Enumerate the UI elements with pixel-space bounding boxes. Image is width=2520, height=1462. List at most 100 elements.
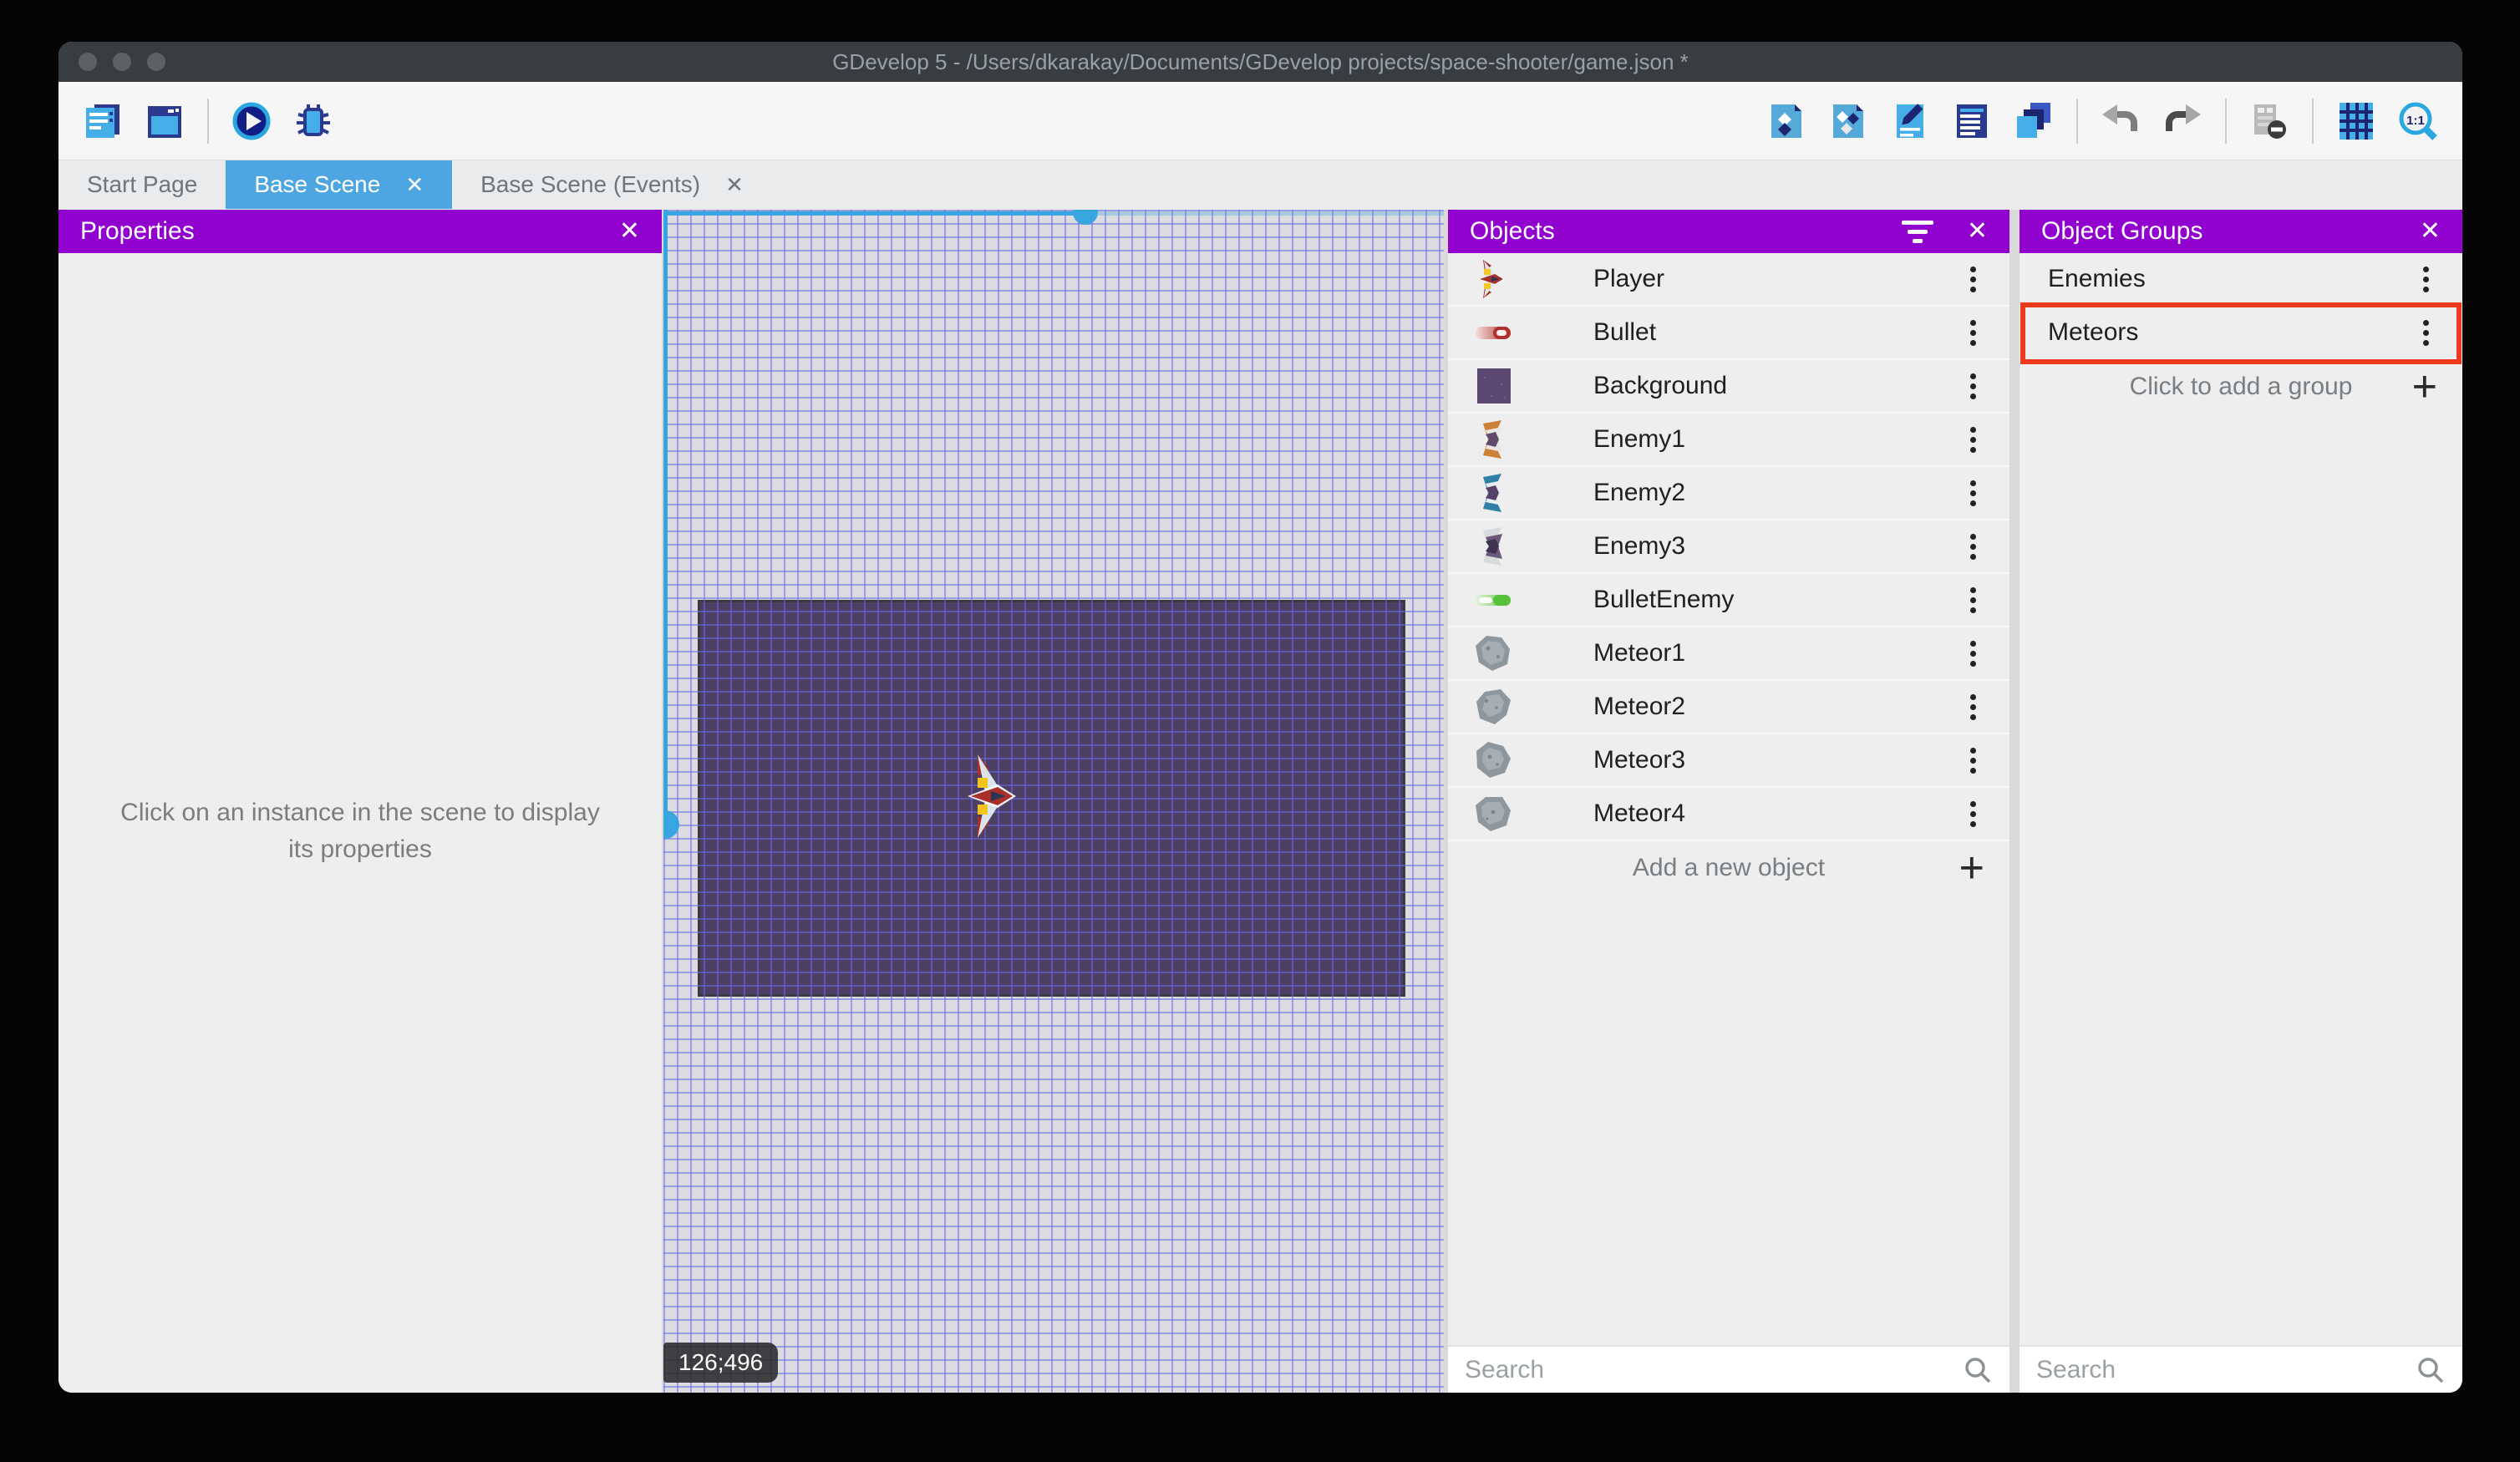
kebab-menu-icon[interactable]: [1970, 757, 1976, 764]
close-tab-icon[interactable]: ✕: [405, 172, 424, 198]
search-icon: [1965, 1357, 1991, 1383]
add-object-button[interactable]: Add a new object +: [1448, 841, 2009, 895]
object-thumbnail-icon: [1473, 740, 1513, 780]
panel-title: Object Groups: [2041, 217, 2203, 245]
object-thumbnail-icon: [1473, 687, 1513, 727]
open-instances-list-button[interactable]: [1948, 98, 1995, 145]
tab-start-page[interactable]: Start Page: [58, 160, 226, 209]
start-page-button[interactable]: [141, 98, 188, 145]
object-row[interactable]: Meteor2: [1448, 681, 2009, 734]
kebab-menu-icon[interactable]: [1970, 276, 1976, 282]
kebab-menu-icon[interactable]: [1970, 810, 1976, 817]
toggle-instances-mask-button[interactable]: [2246, 98, 2293, 145]
object-row[interactable]: Meteor1: [1448, 627, 2009, 681]
object-name: Enemy2: [1593, 479, 1686, 506]
tab-base-scene[interactable]: Base Scene ✕: [226, 160, 453, 209]
close-icon[interactable]: ✕: [1967, 219, 1988, 244]
traffic-lights: [79, 42, 165, 82]
h-scrollbar-track: [663, 211, 1085, 216]
player-instance[interactable]: [961, 754, 1028, 838]
panel-title: Properties: [80, 217, 195, 245]
object-row[interactable]: Player: [1448, 253, 2009, 307]
scene-editor-icon: [148, 105, 181, 138]
object-groups-panel: Object Groups ✕ Enemies Meteors Click to…: [2020, 210, 2462, 1393]
object-row[interactable]: Background: [1448, 360, 2009, 414]
object-thumbnail-icon: [1473, 473, 1513, 513]
titlebar: GDevelop 5 - /Users/dkarakay/Documents/G…: [58, 42, 2462, 82]
object-row[interactable]: BulletEnemy: [1448, 574, 2009, 627]
toolbar-separator: [2076, 98, 2078, 144]
undo-icon: [2102, 104, 2137, 131]
filter-icon[interactable]: [1901, 220, 1933, 243]
object-row[interactable]: Meteor3: [1448, 734, 2009, 788]
objects-search-input[interactable]: [1465, 1355, 1963, 1384]
groups-search-input[interactable]: [2036, 1355, 2416, 1384]
redo-button[interactable]: [2159, 98, 2206, 145]
properties-icon: [1897, 103, 1923, 138]
tab-base-scene-events[interactable]: Base Scene (Events) ✕: [452, 160, 772, 209]
grid-icon: [2340, 102, 2373, 140]
close-icon[interactable]: ✕: [2420, 219, 2441, 244]
scene-canvas[interactable]: 126;496: [663, 210, 1444, 1393]
group-row[interactable]: Meteors: [2020, 302, 2462, 364]
open-objects-editor-button[interactable]: [1763, 98, 1810, 145]
toolbar-separator: [2312, 98, 2314, 144]
tab-bar: Start Page Base Scene ✕ Base Scene (Even…: [58, 160, 2462, 209]
group-name: Meteors: [2048, 318, 2139, 346]
close-window-button[interactable]: [79, 53, 97, 71]
group-name: Enemies: [2048, 265, 2146, 292]
plus-icon[interactable]: +: [2412, 365, 2437, 409]
debug-icon: [297, 104, 330, 136]
main-toolbar: 1:1: [58, 82, 2462, 160]
kebab-menu-icon[interactable]: [2423, 276, 2429, 282]
objects-panel: Objects ✕ Player Bullet Background Enemy…: [1448, 210, 2009, 1393]
project-manager-button[interactable]: [79, 98, 126, 145]
object-row[interactable]: Bullet: [1448, 307, 2009, 360]
kebab-menu-icon[interactable]: [1970, 490, 1976, 496]
add-group-button[interactable]: Click to add a group +: [2020, 360, 2462, 414]
open-properties-button[interactable]: [1887, 98, 1933, 145]
undo-button[interactable]: [2097, 98, 2144, 145]
redo-icon: [2166, 104, 2201, 131]
kebab-menu-icon[interactable]: [1970, 543, 1976, 550]
zoom-window-button[interactable]: [147, 53, 165, 71]
objects-panel-header: Objects ✕: [1448, 210, 2009, 253]
object-groups-icon: [1833, 104, 1863, 138]
kebab-menu-icon[interactable]: [1970, 329, 1976, 336]
object-name: Meteor3: [1593, 746, 1686, 774]
object-row[interactable]: Enemy2: [1448, 467, 2009, 520]
close-icon[interactable]: ✕: [619, 219, 640, 244]
toggle-grid-button[interactable]: [2333, 98, 2380, 145]
zoom-1-1-icon: 1:1: [2399, 102, 2437, 140]
open-layers-button[interactable]: [2010, 98, 2057, 145]
minimize-window-button[interactable]: [113, 53, 131, 71]
kebab-menu-icon[interactable]: [1970, 596, 1976, 603]
group-row[interactable]: Enemies: [2020, 253, 2462, 307]
toolbar-separator: [2225, 98, 2227, 144]
kebab-menu-icon[interactable]: [1970, 436, 1976, 443]
object-thumbnail-icon: [1473, 259, 1513, 299]
objects-editor-icon: [1771, 104, 1801, 138]
mask-icon: [2254, 104, 2286, 139]
play-button[interactable]: [228, 98, 275, 145]
panel-divider[interactable]: [2009, 210, 2020, 1393]
kebab-menu-icon[interactable]: [1970, 650, 1976, 657]
open-object-groups-button[interactable]: [1825, 98, 1872, 145]
app-window: GDevelop 5 - /Users/dkarakay/Documents/G…: [58, 42, 2462, 1393]
object-name: Enemy3: [1593, 532, 1686, 560]
h-scrollbar-track: [1085, 211, 1444, 216]
close-tab-icon[interactable]: ✕: [725, 172, 744, 198]
kebab-menu-icon[interactable]: [1970, 703, 1976, 710]
object-thumbnail-icon: [1473, 366, 1513, 406]
kebab-menu-icon[interactable]: [2423, 329, 2429, 336]
kebab-menu-icon[interactable]: [1970, 383, 1976, 389]
debug-button[interactable]: [290, 98, 337, 145]
object-thumbnail-icon: [1473, 794, 1513, 834]
object-row[interactable]: Enemy1: [1448, 414, 2009, 467]
plus-icon[interactable]: +: [1959, 846, 1984, 890]
svg-text:1:1: 1:1: [2406, 114, 2425, 128]
object-row[interactable]: Enemy3: [1448, 520, 2009, 574]
zoom-original-button[interactable]: 1:1: [2395, 98, 2441, 145]
search-icon: [2418, 1357, 2444, 1383]
object-row[interactable]: Meteor4: [1448, 788, 2009, 841]
